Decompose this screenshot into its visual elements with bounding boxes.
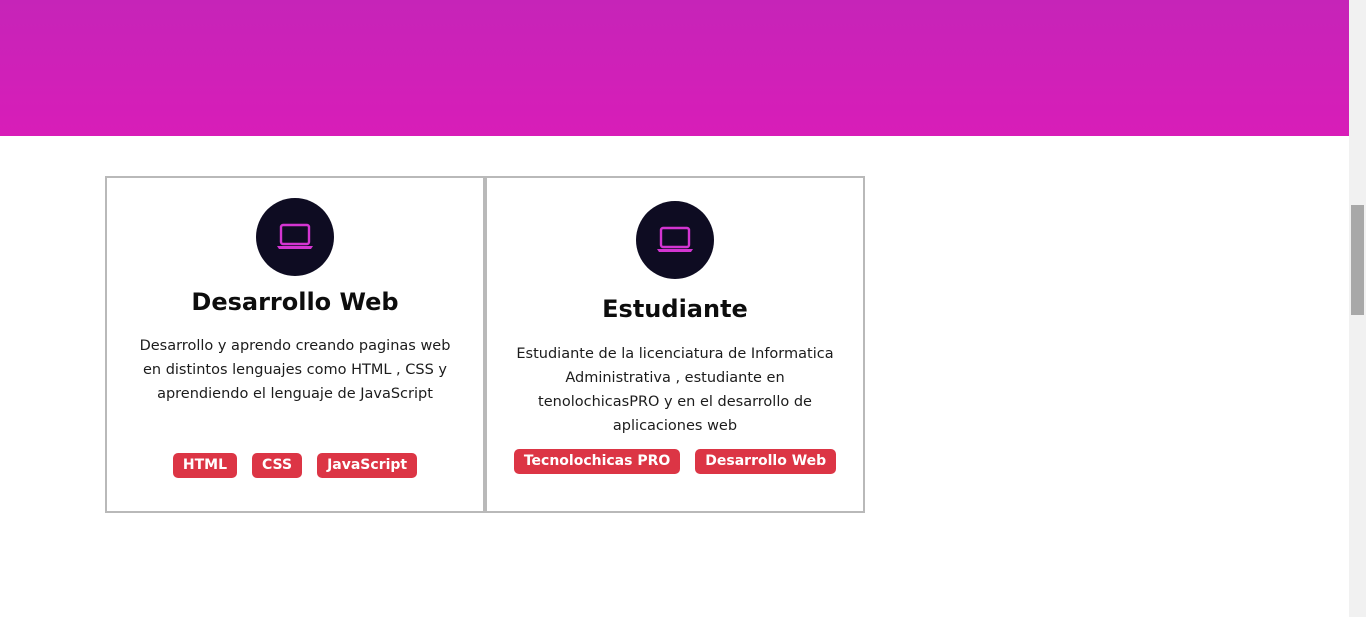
tag-desarrollo-web: Desarrollo Web [695, 449, 837, 474]
hero-banner [0, 0, 1349, 136]
card-description: Desarrollo y aprendo creando paginas web… [139, 338, 451, 402]
card-title: Estudiante [602, 295, 748, 323]
icon-badge [256, 198, 334, 276]
skill-card-desarrollo-web: Desarrollo Web Desarrollo y aprendo crea… [105, 176, 485, 513]
laptop-icon [657, 226, 693, 252]
tag-list: HTML CSS JavaScript [107, 453, 483, 478]
card-description: Estudiante de la licenciatura de Informa… [516, 346, 834, 434]
laptop-icon [277, 223, 313, 249]
skill-card-estudiante: Estudiante Estudiante de la licenciatura… [485, 176, 865, 513]
tag-html: HTML [172, 453, 237, 478]
scrollbar-thumb[interactable] [1351, 205, 1364, 315]
tag-tecnolochicas-pro: Tecnolochicas PRO [513, 449, 681, 474]
tag-css: CSS [252, 453, 303, 478]
tag-javascript: JavaScript [317, 453, 418, 478]
card-title: Desarrollo Web [191, 288, 399, 316]
tag-list: Tecnolochicas PRO Desarrollo Web [487, 449, 863, 474]
icon-badge [636, 201, 714, 279]
